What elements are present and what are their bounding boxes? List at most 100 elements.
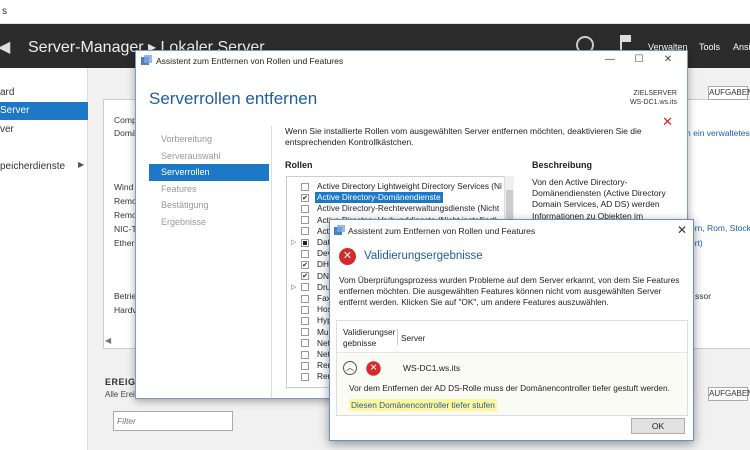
role-checkbox[interactable] — [301, 339, 309, 348]
close-icon[interactable]: ✕ — [677, 223, 687, 237]
role-checkbox[interactable] — [301, 350, 309, 359]
tasks-button-events[interactable]: AUFGABEN — [708, 387, 750, 401]
column-header-results[interactable]: Validierungser gebnisse — [343, 327, 399, 349]
description-text: Von den Active Directory-Domänendiensten… — [532, 177, 666, 221]
sidebar-item-all-servers[interactable]: ver — [0, 121, 88, 139]
events-subtitle: Alle Erei — [105, 390, 135, 399]
server-manager-icon — [334, 225, 345, 235]
property-label: Wind — [114, 182, 134, 192]
property-label: Ether — [114, 238, 135, 248]
property-label: Comp — [114, 115, 137, 125]
row-server-name: WS-DC1.ws.its — [403, 363, 461, 373]
menu-tools[interactable]: Tools — [699, 42, 720, 52]
sidebar-item-dashboard[interactable]: ard — [0, 84, 88, 102]
validation-results-table: Validierungser gebnisse Server ︿ ✕ WS-DC… — [336, 320, 688, 416]
server-manager-titlebar: s — [0, 0, 750, 24]
validation-titlebar: Assistent zum Entfernen von Rollen und F… — [330, 220, 693, 240]
validation-dialog: Assistent zum Entfernen von Rollen und F… — [329, 219, 694, 441]
wizard-step[interactable]: Serverauswahl — [149, 148, 269, 165]
wizard-step[interactable]: Features — [149, 181, 269, 198]
close-icon[interactable]: ✕ — [661, 54, 675, 65]
wizard-title: Assistent zum Entfernen von Rollen und F… — [156, 56, 344, 66]
chevron-right-icon[interactable]: ▶ — [78, 160, 84, 169]
role-label: Active Directory-Rechteverwaltungsdienst… — [317, 203, 500, 214]
role-checkbox[interactable] — [301, 249, 309, 258]
column-separator[interactable] — [397, 329, 398, 345]
role-checkbox[interactable] — [301, 182, 309, 191]
server-manager-title-fragment: s — [2, 6, 7, 17]
role-item[interactable]: Active Directory Lightweight Directory S… — [287, 181, 513, 192]
wizard-heading: Serverrollen entfernen — [149, 89, 318, 108]
role-item[interactable]: Active Directory-Rechteverwaltungsdienst… — [287, 203, 513, 214]
role-checkbox[interactable] — [301, 193, 309, 202]
wizard-steps: Vorbereitung Serverauswahl Serverrollen Fea… — [149, 131, 269, 230]
demote-dc-link[interactable]: Diesen Domänencontroller tiefer stufen — [349, 399, 497, 411]
property-label: Remo — [114, 210, 137, 220]
description-heading: Beschreibung — [532, 160, 593, 170]
steps-divider — [271, 126, 272, 398]
sidebar-item-local-server[interactable]: Server — [0, 102, 88, 120]
wizard-step[interactable]: Vorbereitung — [149, 131, 269, 148]
server-manager-icon — [141, 55, 152, 65]
expand-icon[interactable]: ▷ — [291, 282, 296, 293]
role-checkbox[interactable] — [301, 260, 309, 269]
role-checkbox[interactable] — [301, 305, 309, 314]
wizard-titlebar: Assistent zum Entfernen von Rollen und F… — [136, 51, 687, 71]
error-icon: ✕ — [366, 361, 381, 376]
property-label: Hardv — [114, 305, 137, 315]
processor-label: ssor — [695, 291, 712, 301]
target-server-name: WS-DC1.ws.its — [629, 99, 677, 106]
role-label: Net — [317, 337, 330, 348]
role-item[interactable]: Active Directory-Domänendienste — [287, 192, 513, 204]
role-checkbox[interactable] — [301, 328, 309, 337]
role-checkbox[interactable] — [301, 316, 309, 325]
role-checkbox[interactable] — [301, 361, 309, 370]
minimize-icon[interactable]: — — [603, 54, 617, 65]
property-label: Remo — [114, 196, 137, 206]
timezone-link[interactable]: ern, Rom, Stockholm — [690, 223, 750, 233]
collapse-chevron-icon[interactable]: ︿ — [343, 361, 357, 375]
managed-link[interactable]: n ein verwaltetes — [686, 128, 750, 138]
roles-heading: Rollen — [285, 160, 313, 170]
expand-icon[interactable]: ▷ — [291, 237, 296, 248]
property-label: Domä — [114, 128, 137, 138]
error-x-icon[interactable]: ✕ — [662, 114, 673, 130]
tasks-button-top[interactable]: AUFGABEN — [708, 86, 750, 100]
role-checkbox[interactable] — [301, 238, 309, 247]
role-checkbox[interactable] — [301, 227, 309, 236]
table-header: Validierungser gebnisse Server — [337, 321, 687, 353]
role-checkbox[interactable] — [301, 372, 309, 381]
role-label: Dat — [317, 237, 330, 247]
role-checkbox[interactable] — [301, 204, 309, 213]
role-checkbox[interactable] — [301, 272, 309, 281]
property-label: NIC-T — [114, 224, 137, 234]
events-title: EREIG — [105, 377, 136, 387]
validation-message: Vom Überprüfungsprozess wurden Probleme … — [339, 275, 680, 307]
server-manager-sidebar: ard Server ver peicherdienste ▶ — [0, 68, 88, 450]
validation-title: Assistent zum Entfernen von Rollen und F… — [348, 226, 536, 236]
wizard-step[interactable]: Bestätigung — [149, 197, 269, 214]
property-label: Betrie — [114, 291, 137, 301]
role-checkbox[interactable] — [301, 294, 309, 303]
events-filter-input[interactable]: Filter — [113, 411, 233, 431]
target-server: ZIELSERVER WS-DC1.ws.its — [630, 89, 677, 107]
wizard-step[interactable]: Ergebnisse — [149, 214, 269, 231]
wizard-intro: Wenn Sie installierte Rollen vom ausgewä… — [285, 126, 642, 147]
validation-heading: Validierungsergebnisse — [364, 250, 483, 262]
back-arrow-icon[interactable]: ◀ — [0, 37, 10, 57]
maximize-icon[interactable]: ☐ — [632, 54, 646, 65]
role-checkbox[interactable] — [301, 283, 309, 292]
ok-button[interactable]: OK — [631, 418, 685, 434]
column-header-server[interactable]: Server — [401, 333, 425, 343]
error-icon: ✕ — [339, 248, 356, 265]
scroll-left-icon[interactable]: ◀ — [105, 336, 111, 345]
role-label: Active Directory Lightweight Directory S… — [317, 181, 502, 191]
target-server-label: ZIELSERVER — [633, 90, 677, 97]
role-checkbox[interactable] — [301, 216, 309, 225]
row-description: Vor dem Entfernen der AD DS-Rolle muss d… — [349, 383, 670, 393]
sidebar-item-storage[interactable]: peicherdienste — [0, 158, 88, 176]
menu-ansicht[interactable]: Ansicht — [733, 42, 750, 52]
wizard-step[interactable]: Serverrollen — [149, 164, 269, 181]
role-label: Net — [317, 349, 330, 359]
role-label: Active Directory-Domänendienste — [315, 192, 443, 204]
